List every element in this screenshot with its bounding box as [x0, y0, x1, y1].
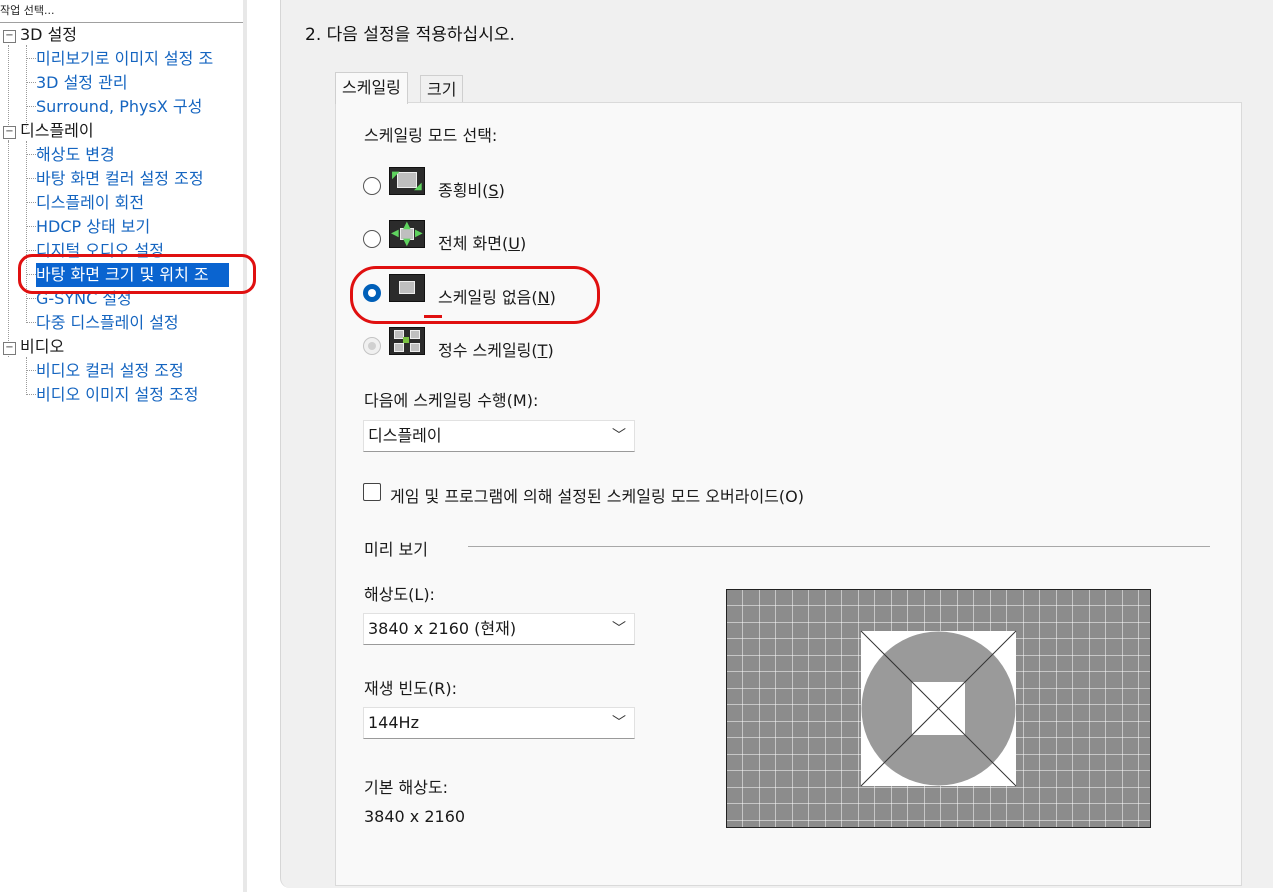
refresh-rate-label: 재생 빈도(R):: [364, 679, 457, 698]
preview-divider: [468, 546, 1210, 547]
no-scaling-radio[interactable]: [363, 284, 381, 302]
scaling-mode-label: 스케일링 모드 선택:: [364, 126, 498, 145]
tree-item-video-image[interactable]: 비디오 이미지 설정 조정: [36, 383, 198, 407]
tree-group-display[interactable]: 디스플레이: [20, 119, 94, 143]
tree-group-video[interactable]: 비디오: [20, 335, 64, 359]
tab-scaling[interactable]: 스케일링: [335, 72, 408, 104]
tree-item-hdcp-status[interactable]: HDCP 상태 보기: [36, 215, 150, 239]
integer-scaling-label: 정수 스케일링(T): [438, 341, 554, 360]
tree-item-video-color[interactable]: 비디오 컬러 설정 조정: [36, 359, 184, 383]
task-tree-panel: 작업 선택... − 3D 설정 미리보기로 이미지 설정 조 3D 설정 관리…: [0, 0, 245, 892]
integer-scaling-icon: [389, 327, 425, 355]
collapse-3d-toggle[interactable]: −: [3, 30, 16, 43]
tab-size[interactable]: 크기: [420, 75, 464, 103]
task-tree: − 3D 설정 미리보기로 이미지 설정 조 3D 설정 관리 Surround…: [0, 22, 244, 892]
tree-item-manage-3d[interactable]: 3D 설정 관리: [36, 71, 128, 95]
override-label: 게임 및 프로그램에 의해 설정된 스케일링 모드 오버라이드(O): [390, 487, 804, 506]
tree-item-g-sync[interactable]: G-SYNC 설정: [36, 287, 132, 311]
resolution-select[interactable]: 3840 x 2160 (현재) ﹀: [363, 613, 635, 645]
fullscreen-radio[interactable]: [363, 230, 381, 248]
perform-scaling-select[interactable]: 디스플레이 ﹀: [363, 420, 635, 452]
preview-heading: 미리 보기: [364, 540, 428, 559]
no-scaling-icon: [389, 274, 425, 302]
tree-item-surround-physx[interactable]: Surround, PhysX 구성: [36, 95, 202, 119]
step-title: 2. 다음 설정을 적용하십시오.: [305, 25, 515, 45]
collapse-display-toggle[interactable]: −: [3, 126, 16, 139]
aspect-ratio-label: 종횡비(S): [438, 181, 505, 200]
perform-scaling-value: 디스플레이: [368, 426, 442, 445]
tree-item-multi-display[interactable]: 다중 디스플레이 설정: [36, 311, 179, 335]
tree-item-desktop-size-position[interactable]: 바탕 화면 크기 및 위치 조: [36, 263, 229, 287]
chevron-down-icon: ﹀: [612, 715, 626, 731]
chevron-down-icon: ﹀: [612, 428, 626, 444]
task-caption: 작업 선택...: [0, 4, 55, 17]
scaling-preview-image: [726, 589, 1151, 828]
resolution-label: 해상도(L):: [364, 585, 435, 604]
resolution-value: 3840 x 2160 (현재): [368, 619, 517, 638]
chevron-down-icon: ﹀: [612, 621, 626, 637]
tree-item-desktop-color[interactable]: 바탕 화면 컬러 설정 조정: [36, 167, 204, 191]
aspect-ratio-radio[interactable]: [363, 177, 381, 195]
refresh-rate-value: 144Hz: [368, 713, 419, 732]
tree-item-digital-audio[interactable]: 디지털 오디오 설정: [36, 239, 164, 263]
native-resolution-label: 기본 해상도:: [364, 778, 449, 797]
perform-scaling-label: 다음에 스케일링 수행(M):: [364, 391, 539, 410]
fullscreen-label: 전체 화면(U): [438, 234, 527, 253]
no-scaling-label: 스케일링 없음(N): [438, 288, 556, 307]
integer-scaling-radio[interactable]: [363, 337, 381, 355]
native-resolution-value: 3840 x 2160: [364, 807, 466, 826]
tree-item-change-resolution[interactable]: 해상도 변경: [36, 143, 115, 167]
refresh-rate-select[interactable]: 144Hz ﹀: [363, 707, 635, 739]
override-checkbox[interactable]: [363, 483, 381, 501]
collapse-video-toggle[interactable]: −: [3, 342, 16, 355]
tree-group-3d-settings[interactable]: 3D 설정: [20, 23, 77, 47]
tree-item-rotate-display[interactable]: 디스플레이 회전: [36, 191, 144, 215]
fullscreen-icon: ▲ ▼ ◀ ▶: [389, 220, 425, 248]
tree-item-image-preview[interactable]: 미리보기로 이미지 설정 조: [36, 47, 213, 71]
aspect-ratio-icon: ◤ ◢: [389, 167, 425, 195]
